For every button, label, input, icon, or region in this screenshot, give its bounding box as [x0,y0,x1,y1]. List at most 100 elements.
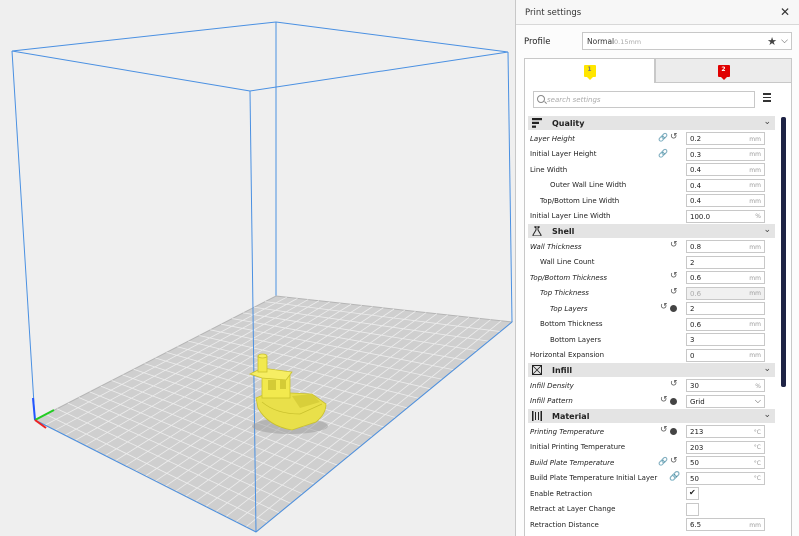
profile-dropdown[interactable]: Normal 0.15mm ★ ⌵ [582,32,792,50]
chevron-down-icon: ⌄ [763,117,771,127]
material-icon [532,411,542,421]
section-quality[interactable]: Quality ⌄ [528,116,775,130]
infill-icon [532,365,542,375]
bottom-thickness-input[interactable]: 0.6 mm [686,317,765,331]
setting-horizontal-expansion: Horizontal Expansion 0 mm [528,348,775,363]
setting-wall-line-count: Wall Line Count 2 [528,255,775,270]
setting-printing-temperature: Printing Temperature ↺ 213 °C [528,424,775,439]
panel-header: Print settings ✕ [516,0,799,25]
close-icon[interactable]: ✕ [778,5,792,19]
reset-icon[interactable]: ↺ [670,379,678,389]
build-plate-temperature-input[interactable]: 50 °C [686,456,765,469]
retract-at-layer-change-checkbox[interactable] [686,502,699,516]
reset-icon[interactable]: ↺ [660,425,668,435]
setting-retract-at-layer-change: Retract at Layer Change [528,502,775,517]
reset-icon[interactable]: ↺ [660,395,668,405]
infill-pattern-select[interactable]: Grid ⌵ [686,394,765,408]
setting-top-bottom-line-width: Top/Bottom Line Width 0.4 mm [528,193,775,208]
enable-retraction-checkbox[interactable]: ✔ [686,487,699,500]
settings-menu-icon[interactable] [763,93,773,102]
setting-build-plate-temperature-initial-layer: Build Plate Temperature Initial Layer 🔗 … [528,471,775,486]
setting-build-plate-temperature: Build Plate Temperature 🔗 ↺ 50 °C [528,455,775,470]
link-icon: 🔗 [669,471,681,482]
top-bottom-line-width-input[interactable]: 0.4 mm [686,194,765,207]
printing-temperature-input[interactable]: 213 °C [686,425,765,438]
profile-name: Normal [587,37,615,46]
search-input[interactable]: search settings [533,91,755,108]
scrollbar-thumb[interactable] [781,117,786,387]
shell-icon [532,226,542,236]
setting-top-thickness: Top Thickness ↺ 0.6 mm [528,286,775,301]
extruder-1-icon: 1 [583,65,596,80]
top-thickness-input[interactable]: 0.6 mm [686,286,765,300]
viewport-scene [11,21,514,533]
setting-bottom-layers: Bottom Layers 3 [528,332,775,347]
top-layers-input[interactable]: 2 [686,302,765,315]
chevron-down-icon: ⌄ [763,225,771,235]
build-volume-back [11,21,509,296]
line-width-input[interactable]: 0.4 mm [686,163,765,176]
setting-wall-thickness: Wall Thickness ↺ 0.8 mm [528,239,775,254]
print-settings-panel: Print settings ✕ Profile Normal 0.15mm ★… [515,0,799,536]
extruder-2-icon: 2 [717,65,730,80]
link-icon: 🔗 [658,148,668,158]
chevron-down-icon: ⌵ [754,395,761,405]
initial-printing-temperature-input[interactable]: 203 °C [686,440,765,454]
horizontal-expansion-input[interactable]: 0 mm [686,348,765,362]
wall-line-count-input[interactable]: 2 [686,255,765,269]
retraction-distance-input[interactable]: 6.5 mm [686,518,765,531]
setting-top-bottom-thickness: Top/Bottom Thickness ↺ 0.6 mm [528,270,775,285]
initial-layer-height-input[interactable]: 0.3 mm [686,147,765,161]
chevron-down-icon: ⌵ [781,36,788,46]
setting-top-layers: Top Layers ↺ 2 [528,301,775,316]
wall-thickness-input[interactable]: 0.8 mm [686,240,765,253]
outer-wall-line-width-input[interactable]: 0.4 mm [686,178,765,192]
layer-height-input[interactable]: 0.2 mm [686,132,765,145]
search-placeholder: search settings [547,96,601,104]
search-icon [537,95,545,103]
setting-layer-height: Layer Height 🔗 ↺ 0.2 mm [528,131,775,146]
infill-density-input[interactable]: 30% [686,379,765,392]
scrollbar[interactable] [781,117,786,536]
tab-extruder-1[interactable]: 1 [524,58,655,83]
setting-line-width: Line Width 0.4 mm [528,162,775,177]
chevron-down-icon: ⌄ [763,364,771,374]
setting-enable-retraction: Enable Retraction ✔ [528,486,775,501]
build-plate-temperature-initial-layer-input[interactable]: 50 °C [686,471,765,485]
inherit-icon[interactable] [670,397,677,405]
quality-icon [532,118,542,128]
check-icon: ✔ [689,488,696,497]
panel-title: Print settings [525,8,582,18]
initial-layer-line-width-input[interactable]: 100.0% [686,209,765,223]
3d-viewport[interactable] [0,0,515,536]
chevron-down-icon: ⌄ [763,410,771,420]
section-infill[interactable]: Infill ⌄ [528,363,775,377]
settings-list: search settings Quality ⌄ Layer Height 🔗… [524,83,792,536]
link-icon: 🔗 [658,457,668,466]
inherit-icon[interactable] [670,305,677,312]
reset-icon[interactable]: ↺ [670,271,678,281]
bottom-layers-input[interactable]: 3 [686,333,765,346]
tab-extruder-2[interactable]: 2 [655,58,792,83]
link-icon: 🔗 [658,133,668,142]
setting-initial-layer-line-width: Initial Layer Line Width 100.0% [528,209,775,224]
reset-icon[interactable]: ↺ [660,302,668,312]
top-bottom-thickness-input[interactable]: 0.6 mm [686,271,765,284]
profile-layer-height: 0.15mm [614,37,642,46]
inherit-icon[interactable] [670,428,677,435]
setting-outer-wall-line-width: Outer Wall Line Width 0.4 mm [528,178,775,193]
section-material[interactable]: Material ⌄ [528,409,775,423]
reset-icon[interactable]: ↺ [670,287,678,297]
reset-icon[interactable]: ↺ [670,132,678,142]
star-icon[interactable]: ★ [767,35,777,48]
setting-initial-printing-temperature: Initial Printing Temperature 203 °C [528,440,775,455]
setting-bottom-thickness: Bottom Thickness 0.6 mm [528,317,775,332]
setting-retraction-distance: Retraction Distance 6.5 mm [528,517,775,532]
section-shell[interactable]: Shell ⌄ [528,224,775,238]
reset-icon[interactable]: ↺ [670,240,678,250]
setting-initial-layer-height: Initial Layer Height 🔗 0.3 mm [528,147,775,162]
reset-icon[interactable]: ↺ [670,456,678,466]
profile-label: Profile [524,37,551,47]
setting-infill-pattern: Infill Pattern ↺ Grid ⌵ [528,394,775,409]
setting-infill-density: Infill Density ↺ 30% [528,378,775,393]
